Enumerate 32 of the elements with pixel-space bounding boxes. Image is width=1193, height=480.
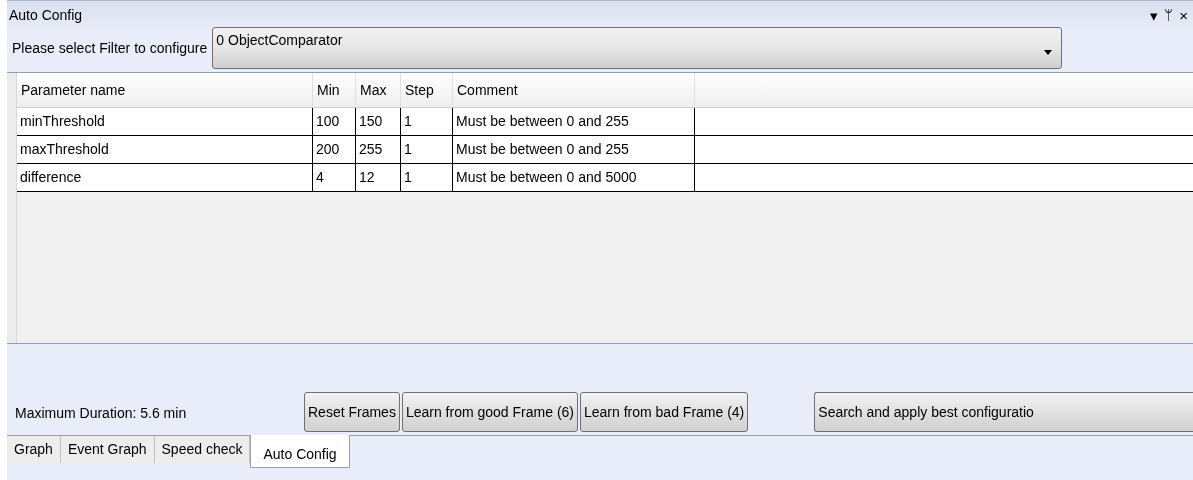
filter-label: Please select Filter to configure [12, 38, 208, 58]
column-header[interactable]: Min [313, 73, 356, 107]
column-header[interactable]: Step [401, 73, 453, 107]
table-cell: 1 [401, 136, 453, 163]
tab[interactable]: Speed check [154, 436, 251, 463]
caret-icon [1044, 50, 1053, 55]
table-cell: 4 [313, 164, 356, 191]
table-cell: 1 [401, 164, 453, 191]
action-button[interactable]: Search and apply best configuratio [814, 392, 1193, 432]
window-title: Auto Config [9, 6, 84, 25]
table-cell: Must be between 0 and 255 [453, 108, 695, 135]
table-cell: 200 [313, 136, 356, 163]
action-button[interactable]: Reset Frames [304, 392, 400, 432]
table-cell: 1 [401, 108, 453, 135]
filter-select[interactable]: 0 ObjectComparator [212, 27, 1063, 69]
table-cell: 255 [356, 136, 401, 163]
table-cell: maxThreshold [17, 136, 313, 163]
tab[interactable]: Auto Config [250, 435, 350, 468]
table-cell: 100 [313, 108, 356, 135]
table-cell: Must be between 0 and 255 [453, 136, 695, 163]
tab[interactable]: Event Graph [60, 436, 155, 463]
table-cell: Must be between 0 and 5000 [453, 164, 695, 191]
table-cell: difference [17, 164, 313, 191]
tab[interactable]: Graph [7, 436, 61, 463]
action-button[interactable]: Learn from good Frame (6) [401, 392, 578, 432]
action-button[interactable]: Learn from bad Frame (4) [580, 392, 749, 432]
table-cell: 12 [356, 164, 401, 191]
column-header[interactable]: Parameter name [17, 73, 313, 107]
table-cell: 150 [356, 108, 401, 135]
table-cell: minThreshold [17, 108, 313, 135]
duration-label: Maximum Duration: 5.6 min [15, 404, 188, 423]
column-header[interactable]: Max [356, 73, 401, 107]
